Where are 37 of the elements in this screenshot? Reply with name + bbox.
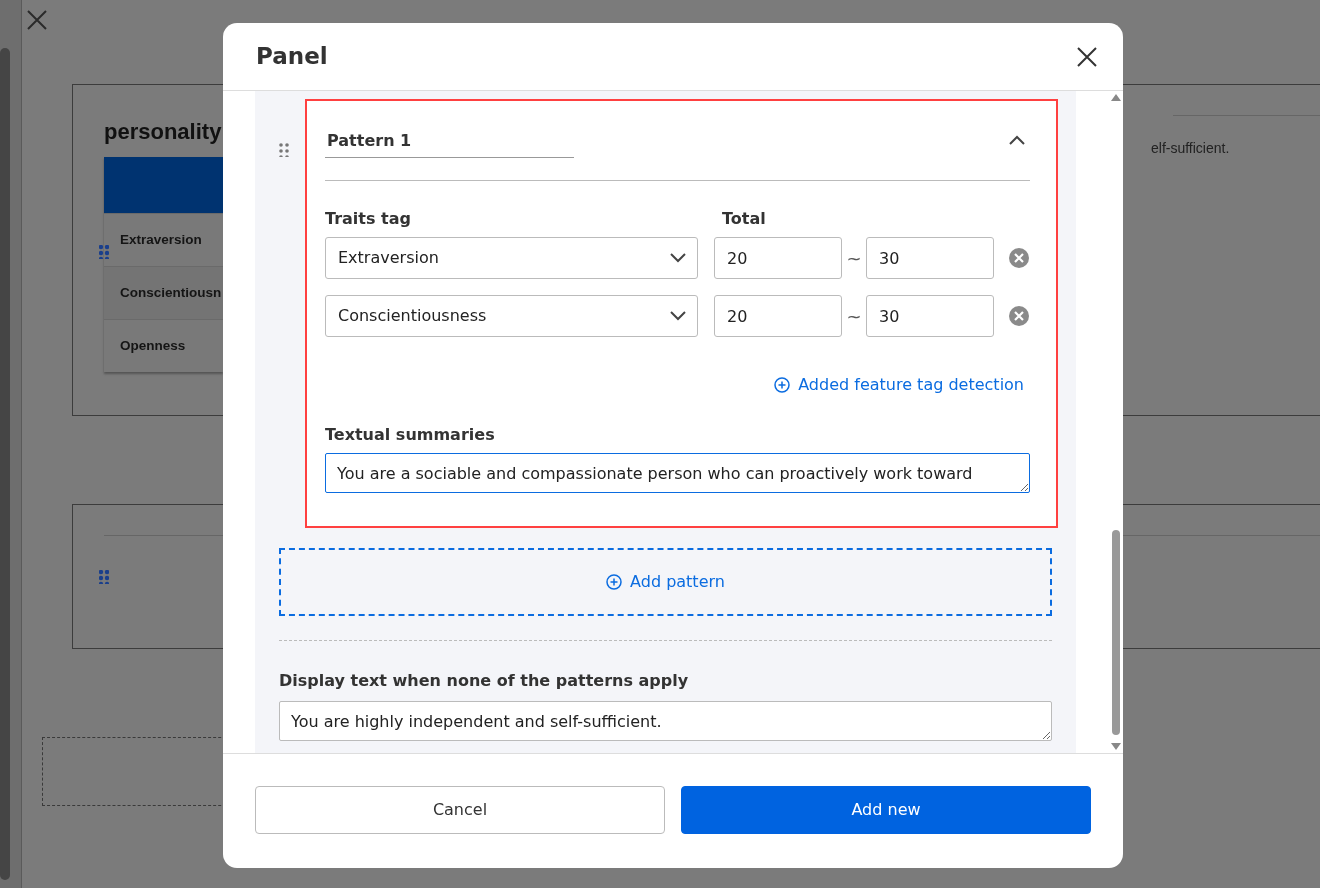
number-field[interactable]: 20: [714, 237, 842, 279]
add-pattern-link[interactable]: Add pattern: [606, 570, 725, 594]
table-cell: Extraversion: [104, 213, 223, 267]
field-label: Traits tag: [325, 208, 412, 230]
number-field[interactable]: 20: [714, 295, 842, 337]
table-cell: Openness: [104, 319, 223, 373]
cancel-button[interactable]: Cancel: [255, 786, 665, 834]
select-field[interactable]: Extraversion: [325, 237, 698, 279]
number-field[interactable]: 30: [866, 295, 994, 337]
table-cell: Conscientiousn: [104, 266, 223, 320]
heading: personality: [104, 119, 222, 146]
drag-handle-icon[interactable]: [99, 570, 109, 584]
number-field[interactable]: 30: [866, 237, 994, 279]
scrollbar[interactable]: [0, 48, 10, 880]
scroll-down-icon[interactable]: [1111, 743, 1121, 751]
add-trait-link[interactable]: Added feature tag detection: [774, 373, 1024, 397]
select-field[interactable]: Conscientiousness: [325, 295, 698, 337]
separator: ~: [845, 304, 863, 329]
field-label: Display text when none of the patterns apply: [279, 670, 690, 692]
remove-icon[interactable]: [1008, 305, 1030, 327]
close-icon[interactable]: [1075, 44, 1099, 69]
remove-icon[interactable]: [1008, 247, 1030, 269]
drag-handle-icon[interactable]: [279, 143, 289, 157]
fallback-textarea[interactable]: You are highly independent and self-sufficient.: [279, 701, 1052, 741]
scrollbar[interactable]: [1112, 529, 1120, 735]
body-text: elf-sufficient.: [1151, 139, 1230, 158]
field-label: Textual summaries: [325, 424, 496, 446]
add-button[interactable]: Add new: [681, 786, 1091, 834]
field-label: Total: [722, 208, 766, 230]
plus-circle-icon: [606, 574, 623, 590]
pattern-name-field[interactable]: Pattern 1: [325, 123, 574, 158]
separator: ~: [845, 246, 863, 271]
plus-circle-icon: [774, 377, 791, 393]
summary-textarea[interactable]: You are a sociable and compassionate person who can proactively work toward: [325, 453, 1030, 493]
drag-handle-icon[interactable]: [99, 245, 109, 259]
scroll-up-icon[interactable]: [1111, 93, 1121, 101]
modal-title: Panel: [256, 42, 328, 71]
